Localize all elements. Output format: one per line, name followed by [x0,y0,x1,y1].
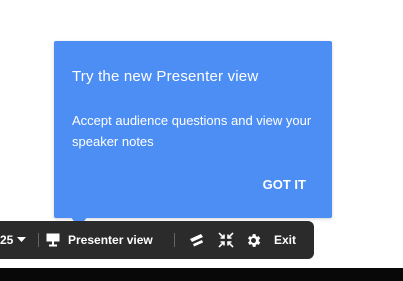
exit-fullscreen-icon [218,232,234,248]
exit-fullscreen-button[interactable] [218,221,234,259]
chevron-down-icon [17,237,27,243]
laser-pointer-button[interactable] [188,221,206,259]
popup-title: Try the new Presenter view [72,68,259,85]
presenter-view-button[interactable]: Presenter view [46,221,153,259]
presentation-slide-area [0,268,403,281]
presenter-screen-icon [46,233,60,247]
gear-icon [245,232,262,249]
exit-label: Exit [274,233,297,247]
exit-button[interactable]: Exit [274,221,296,259]
toolbar-divider [38,233,39,247]
settings-button[interactable] [245,221,262,259]
laser-pointer-icon [188,231,206,249]
toolbar-divider [174,233,175,247]
presentation-toolbar: 25 Presenter view Exit [0,221,314,259]
presenter-view-label: Presenter view [68,233,153,247]
slide-number-selector[interactable]: 25 [0,221,27,259]
slide-number: 25 [0,233,14,247]
popup-body: Accept audience questions and view your … [72,113,312,149]
presenter-view-promo-popup: Try the new Presenter view Accept audien… [54,41,332,218]
got-it-button[interactable]: GOT IT [263,177,306,192]
